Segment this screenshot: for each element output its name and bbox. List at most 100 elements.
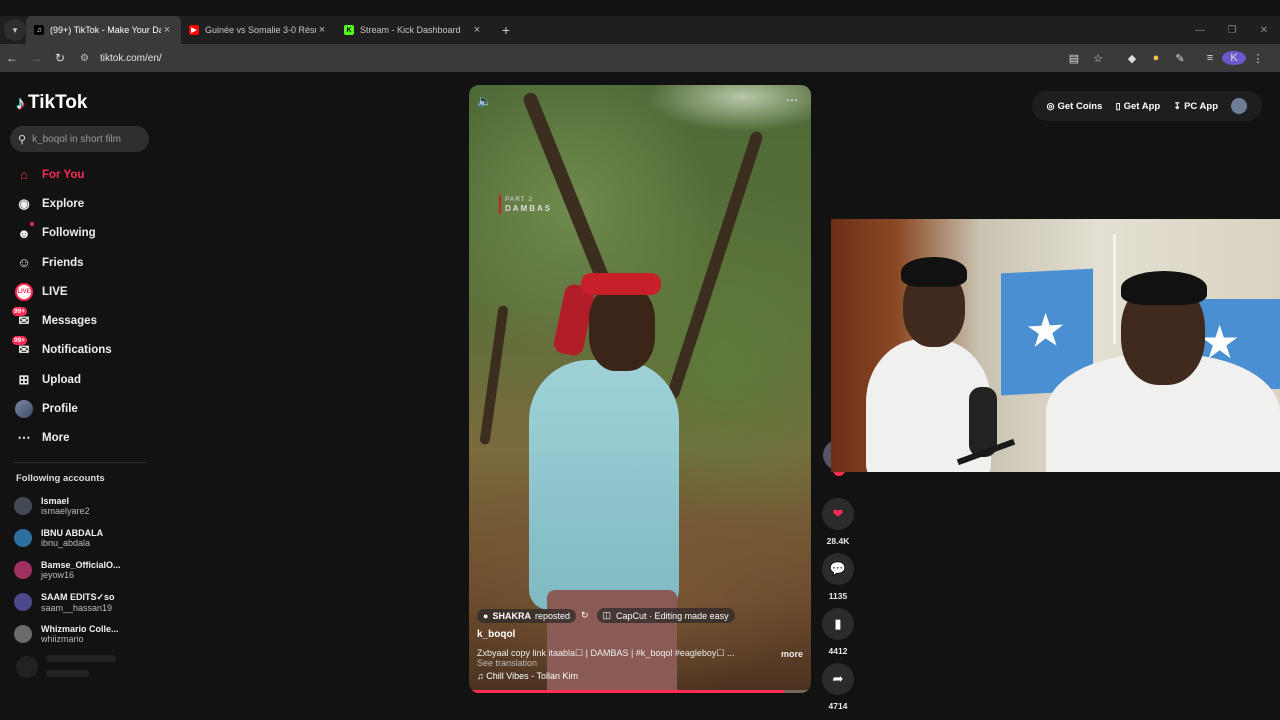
back-icon[interactable]: ← xyxy=(0,51,24,65)
sidebar-item-messages[interactable]: ✉ 99+ Messages xyxy=(12,306,154,335)
capcut-text: CapCut · Editing made easy xyxy=(616,610,729,621)
sidebar-item-for-you[interactable]: ⌂ For You xyxy=(14,160,154,189)
repost-pill[interactable]: ● SHAKRA reposted xyxy=(477,608,576,623)
following-account-item[interactable]: SAAM EDITS✓so saam__hassan19 xyxy=(14,586,154,618)
tab-title: Guinée vs Somalie 3-0 Résumé xyxy=(205,25,316,35)
video-player[interactable]: 🔈 ⋯ PART 2 DAMBAS ● SHAKRA reposted ↻ ◫ … xyxy=(469,85,811,693)
tab-tiktok[interactable]: ♫ (99+) TikTok - Make Your Day × xyxy=(26,16,181,44)
extension-diamond-icon[interactable]: ◆ xyxy=(1120,52,1144,65)
account-handle: ibnu_abdala xyxy=(41,538,91,548)
save-action[interactable]: ▮ 4412 xyxy=(820,608,856,656)
avatar xyxy=(14,625,32,643)
loading-skeleton-line xyxy=(46,655,116,662)
account-name: Whizmario Colle... xyxy=(41,624,119,634)
capcut-icon: ◫ xyxy=(602,610,612,620)
site-info-icon[interactable]: ⚙ xyxy=(80,53,94,64)
tab-youtube[interactable]: ▶ Guinée vs Somalie 3-0 Résumé × xyxy=(181,16,336,44)
live-icon: LIVE xyxy=(14,282,34,302)
reposter-name: SHAKRA xyxy=(492,610,531,621)
close-window-icon[interactable]: ✕ xyxy=(1248,25,1280,36)
menu-kebab-icon[interactable]: ⋮ xyxy=(1246,52,1270,65)
close-tab-icon[interactable]: × xyxy=(161,24,173,36)
divider xyxy=(14,462,146,463)
compass-icon: ◉ xyxy=(18,195,30,211)
tab-search-button[interactable]: ▾ xyxy=(4,19,26,41)
person-right-hair xyxy=(1121,271,1207,305)
account-handle: whiizmario xyxy=(41,634,84,644)
account-name: SAAM EDITS✓so xyxy=(41,591,115,602)
messages-badge: 99+ xyxy=(12,307,28,317)
video-music[interactable]: ♫ Chill Vibes - Tollan Kim xyxy=(477,671,803,681)
sidebar-item-label: Explore xyxy=(42,197,85,210)
capcut-pill[interactable]: ◫ CapCut · Editing made easy xyxy=(596,608,735,623)
sidebar-item-live[interactable]: LIVE LIVE xyxy=(14,277,154,306)
sidebar-item-more[interactable]: ⋯ More xyxy=(14,424,154,453)
url-field[interactable]: ⚙ tiktok.com/en/ xyxy=(80,47,1062,69)
tiktok-logo[interactable]: ♪ TikTok xyxy=(16,92,87,114)
tab-kick[interactable]: K Stream - Kick Dashboard × xyxy=(336,16,491,44)
account-name: IBNU ABDALA xyxy=(41,528,104,538)
bookmark-icon[interactable]: ▮ xyxy=(822,608,854,640)
like-action[interactable]: ❤ 28.4K xyxy=(820,498,856,546)
get-app-button[interactable]: ▯ Get App xyxy=(1116,101,1161,112)
video-progress-fill xyxy=(469,690,784,693)
sidebar-item-notifications[interactable]: ✉ 99+ Notifications xyxy=(12,336,154,365)
restore-icon[interactable]: ❐ xyxy=(1216,25,1248,36)
video-more-options-icon[interactable]: ⋯ xyxy=(786,93,799,107)
account-name: Bamse_OfficialO... xyxy=(41,560,121,570)
user-avatar[interactable] xyxy=(1231,98,1248,114)
tiktok-favicon-icon: ♫ xyxy=(34,25,44,35)
bookmark-star-icon[interactable]: ☆ xyxy=(1086,52,1110,65)
avatar xyxy=(14,529,32,547)
loading-skeleton-line xyxy=(46,670,89,677)
repost-avatar-icon: ● xyxy=(483,610,489,621)
following-account-item[interactable]: IBNU ABDALA ibnu_abdala xyxy=(14,522,154,554)
new-tab-button[interactable]: + xyxy=(495,22,517,38)
close-tab-icon[interactable]: × xyxy=(471,24,483,36)
share-icon[interactable]: ➦ xyxy=(822,663,854,695)
comment-icon[interactable]: 💬 xyxy=(822,553,854,585)
sidebar-item-label: Following xyxy=(42,227,96,240)
sidebar-item-upload[interactable]: ⊞ Upload xyxy=(14,365,154,394)
volume-icon[interactable]: 🔈 xyxy=(477,94,492,108)
sidebar-item-label: For You xyxy=(42,168,85,181)
see-translation-link[interactable]: See translation xyxy=(477,658,803,668)
install-app-icon[interactable]: ▤ xyxy=(1062,52,1086,65)
following-accounts-list: Ismael ismaelyare2 IBNU ABDALA ibnu_abdala… xyxy=(14,490,154,650)
reading-list-icon[interactable]: ≡ xyxy=(1198,52,1222,64)
search-input[interactable]: ⚲ k_boqol in short film xyxy=(10,126,149,152)
sidebar-item-explore[interactable]: ◉ Explore xyxy=(14,189,154,218)
video-author[interactable]: k_boqol xyxy=(477,629,803,640)
caption-more-button[interactable]: more xyxy=(781,649,803,659)
following-account-item[interactable]: Ismael ismaelyare2 xyxy=(14,490,154,522)
sidebar-nav: ⌂ For You ◉ Explore ☻ Following ☺ Friend… xyxy=(12,160,154,453)
comment-count: 1135 xyxy=(828,591,848,601)
sidebar-item-label: LIVE xyxy=(42,285,68,298)
person-left-hair xyxy=(901,257,967,287)
extension-coin-icon[interactable]: ● xyxy=(1144,52,1168,64)
upload-icon: ⊞ xyxy=(18,371,30,387)
share-action[interactable]: ➦ 4714 xyxy=(820,663,856,711)
following-account-item[interactable]: Bamse_OfficialO... jeyow16 xyxy=(14,554,154,586)
comment-action[interactable]: 💬 1135 xyxy=(820,553,856,601)
video-progress-bar[interactable] xyxy=(469,690,811,693)
notifications-badge: 99+ xyxy=(12,336,28,346)
avatar xyxy=(14,497,32,515)
sidebar-item-label: Profile xyxy=(42,403,78,416)
sidebar-item-profile[interactable]: Profile xyxy=(14,394,154,423)
get-coins-button[interactable]: ◎ Get Coins xyxy=(1047,101,1103,112)
heart-icon[interactable]: ❤ xyxy=(822,498,854,530)
forward-icon[interactable]: → xyxy=(24,51,48,65)
minimize-icon[interactable]: — xyxy=(1184,25,1216,36)
profile-icon[interactable]: K xyxy=(1222,51,1246,65)
extensions-puzzle-icon[interactable]: ✎ xyxy=(1168,52,1192,65)
pc-app-button[interactable]: ↧ PC App xyxy=(1174,101,1219,112)
reload-icon[interactable]: ↻ xyxy=(48,51,72,65)
sidebar-item-friends[interactable]: ☺ Friends xyxy=(14,248,154,277)
close-tab-icon[interactable]: × xyxy=(316,24,328,36)
pc-app-label: PC App xyxy=(1184,100,1219,112)
sidebar-item-label: Messages xyxy=(42,315,97,328)
search-placeholder: k_boqol in short film xyxy=(32,133,121,145)
sidebar-item-following[interactable]: ☻ Following xyxy=(14,219,154,248)
following-account-item[interactable]: Whizmario Colle... whiizmario xyxy=(14,618,154,650)
